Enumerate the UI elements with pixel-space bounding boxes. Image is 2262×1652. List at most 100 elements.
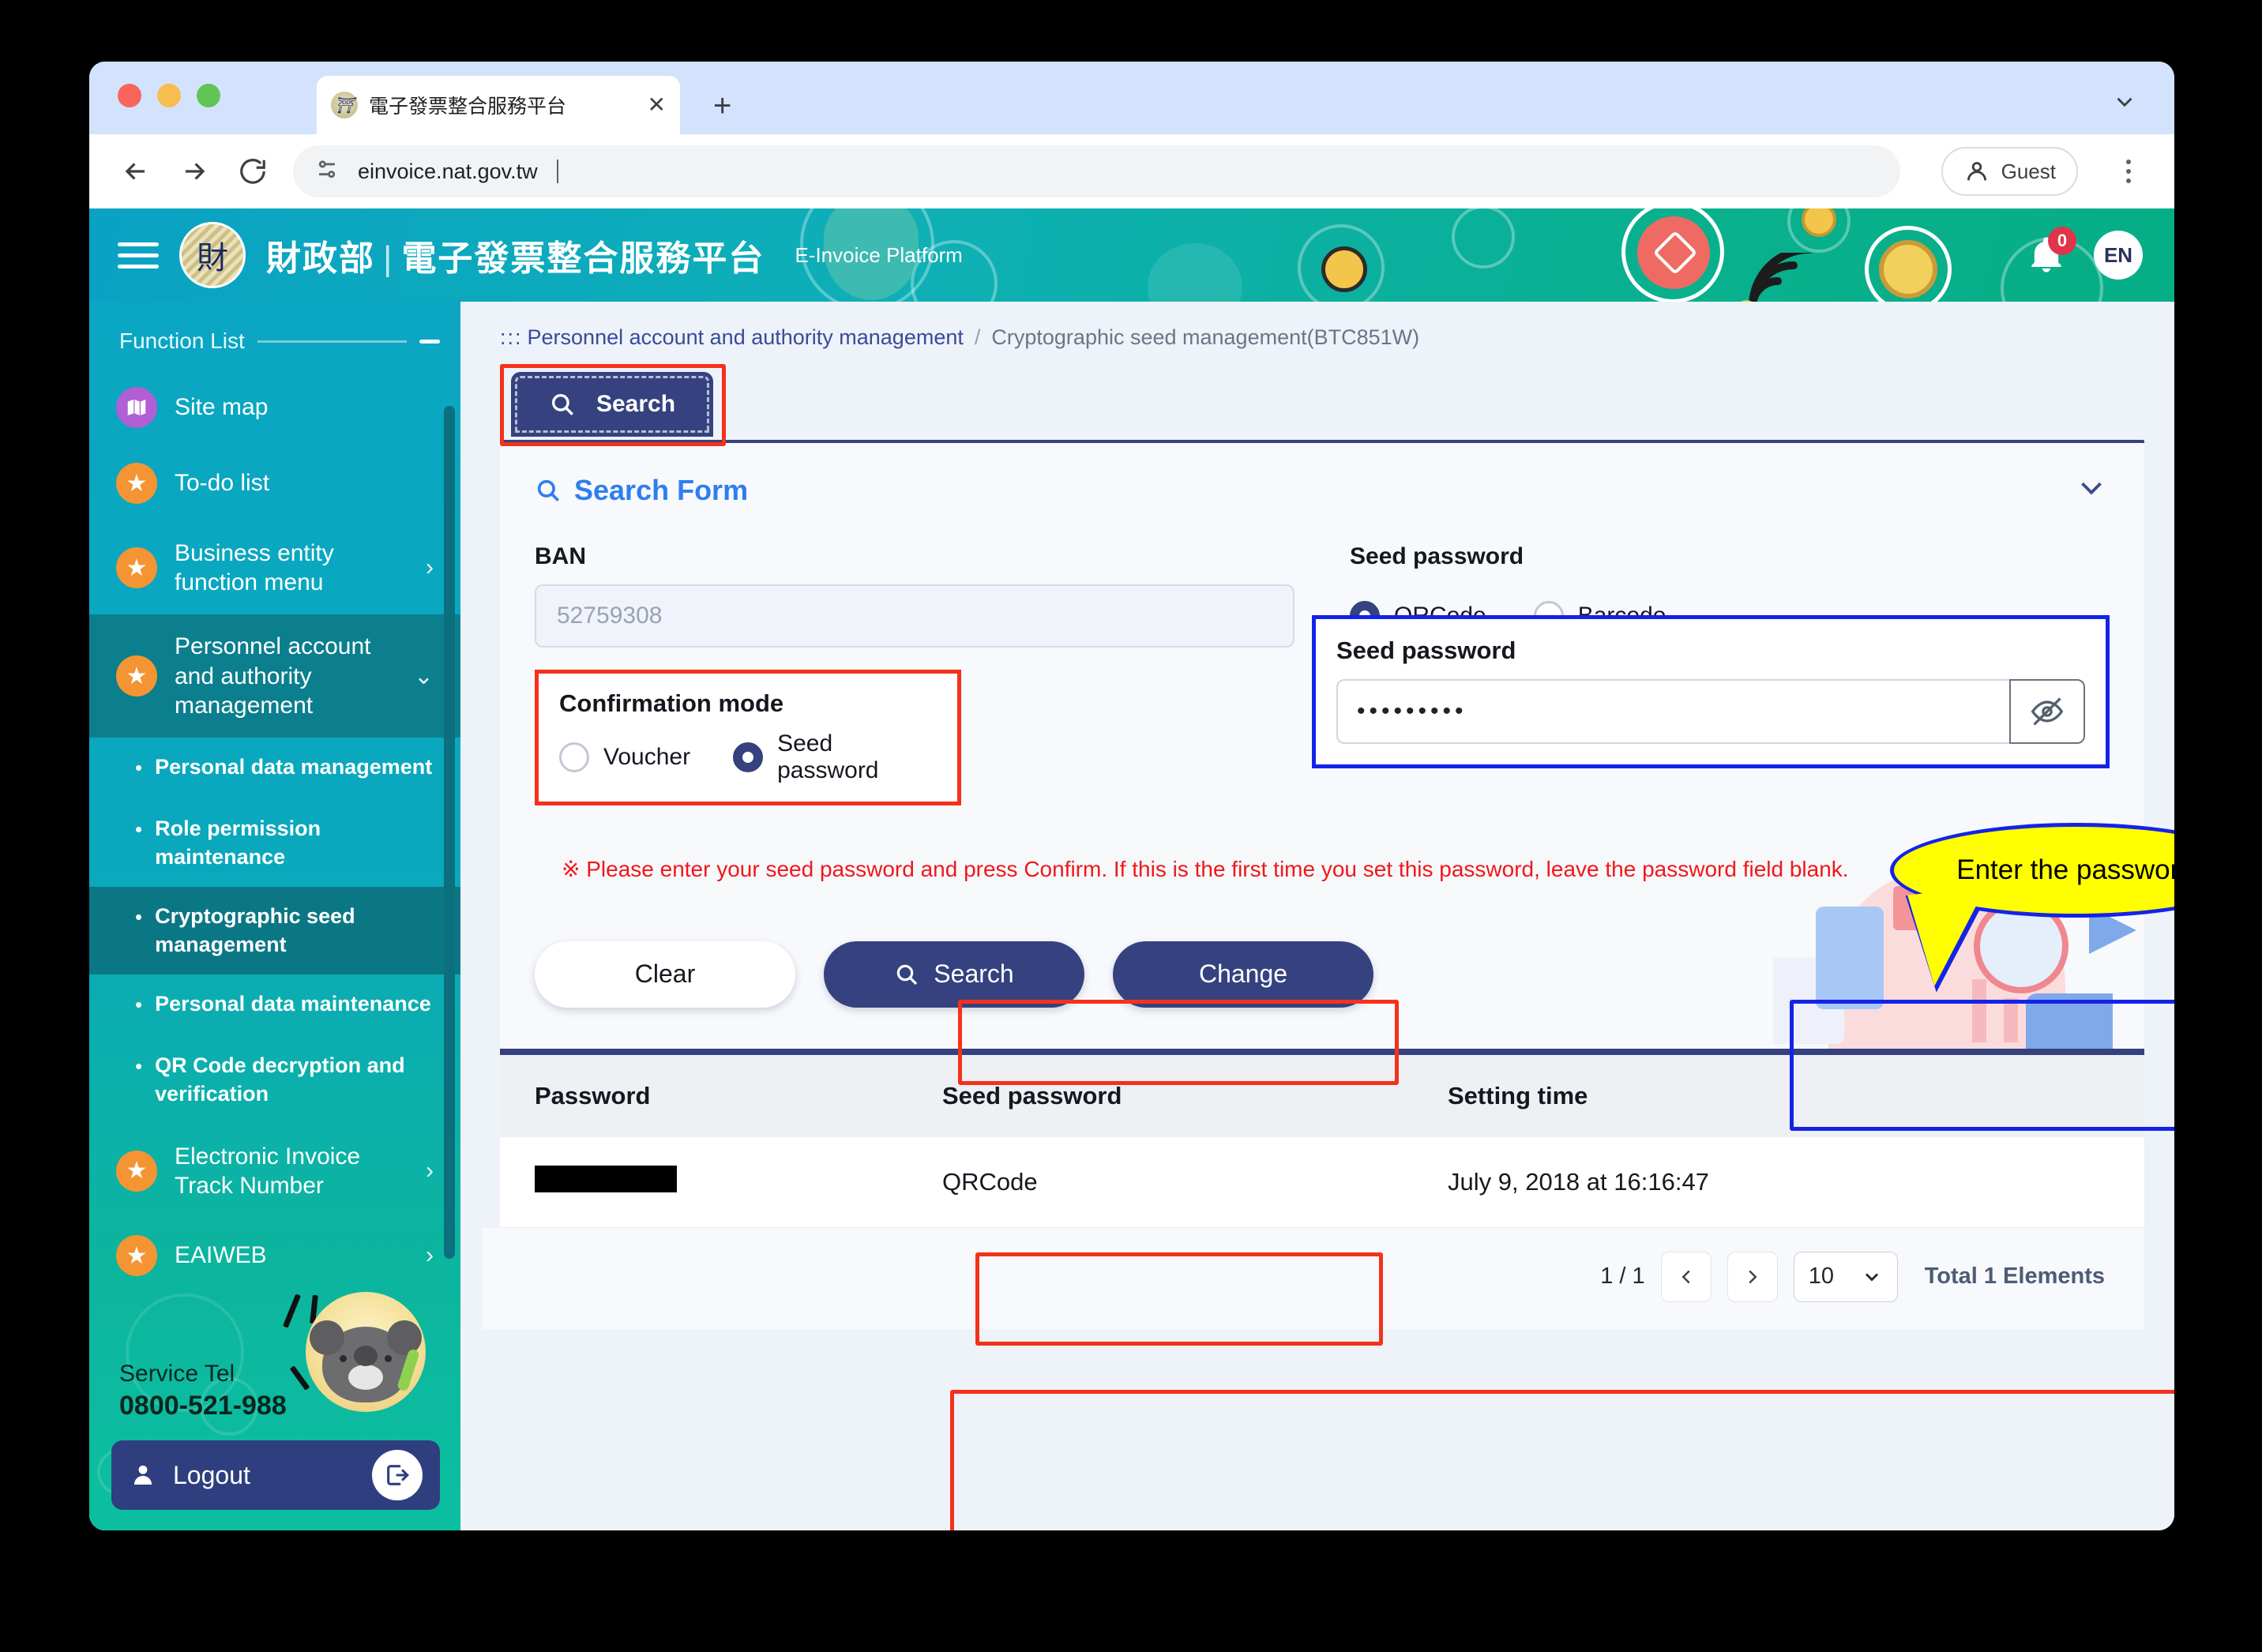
logout-icon[interactable] <box>372 1450 423 1500</box>
logout-label: Logout <box>173 1460 250 1489</box>
sidebar-item-site-map[interactable]: Site map <box>89 370 460 445</box>
browser-menu-icon[interactable] <box>2111 160 2146 183</box>
sidebar-item-label: Personnel account and authority manageme… <box>175 633 371 719</box>
koala-agent-avatar[interactable] <box>306 1292 426 1412</box>
sidebar-item-business-entity-function-menu[interactable]: ★ Business entity function menu › <box>89 521 460 614</box>
chevron-down-icon[interactable] <box>2111 88 2138 119</box>
ban-input[interactable]: 52759308 <box>535 584 1294 648</box>
chevron-right-icon: › <box>426 554 434 581</box>
chevron-right-icon[interactable] <box>1727 1251 1778 1302</box>
mof-emblem-icon: 財 <box>179 222 246 288</box>
bullet-icon: • <box>135 755 143 779</box>
sidebar-item-eaiweb[interactable]: ★ EAIWEB › <box>89 1218 460 1293</box>
sidebar-item-personal-data-management[interactable]: • Personal data management <box>89 738 460 799</box>
radio-seed-password[interactable]: Seed password <box>733 730 937 784</box>
sidebar-item-qr-code-decryption-and-verification[interactable]: • QR Code decryption and verification <box>89 1036 460 1124</box>
sidebar-subitem-label: Personal data maintenance <box>155 992 431 1016</box>
magnifier-icon <box>897 964 918 985</box>
page-size-select[interactable]: 10 <box>1793 1251 1898 1302</box>
total-elements-label: Total 1 Elements <box>1924 1263 2105 1290</box>
address-bar[interactable]: einvoice.nat.gov.tw <box>293 145 1900 197</box>
chevron-down-icon <box>1865 1273 1878 1282</box>
search-button-label: Search <box>934 959 1014 989</box>
sidebar-item-label: Business entity function menu <box>175 540 334 596</box>
seed-password-input-label: Seed password <box>1336 636 1516 664</box>
app-header: 財 財政部 | 電子發票整合服務平台 E-Invoice Platform 0 EN <box>89 208 2174 302</box>
function-list-header: Function List <box>89 302 460 370</box>
seed-password-group-label: Seed password <box>1350 543 1524 569</box>
radio-voucher[interactable]: Voucher <box>559 742 690 772</box>
breadcrumb-separator: / <box>974 325 981 349</box>
column-header-setting-time: Setting time <box>1448 1081 1588 1109</box>
minimize-window-button[interactable] <box>157 84 181 107</box>
clear-button[interactable]: Clear <box>535 941 795 1008</box>
notification-bell-icon[interactable]: 0 <box>2026 227 2076 276</box>
menu-toggle-button[interactable] <box>118 242 159 268</box>
sidebar-nav: Site map ★ To-do list ★ Business entity … <box>89 370 460 1293</box>
page-size-value: 10 <box>1808 1263 1834 1290</box>
browser-tab[interactable]: ⛩ 電子發票整合服務平台 ✕ <box>317 76 680 134</box>
callout-enter-the-password: Enter the password <box>1890 823 2174 995</box>
change-button[interactable]: Change <box>1113 941 1373 1008</box>
search-button[interactable]: Search <box>824 941 1084 1008</box>
sidebar-item-role-permission-maintenance[interactable]: • Role permission maintenance <box>89 799 460 887</box>
radio-label: Voucher <box>603 744 691 770</box>
notification-count-badge: 0 <box>2048 227 2076 255</box>
close-window-button[interactable] <box>118 84 141 107</box>
radio-indicator[interactable] <box>733 742 764 772</box>
star-icon: ★ <box>116 1235 157 1277</box>
tab-search[interactable]: Search <box>511 372 713 437</box>
forward-icon[interactable] <box>176 153 212 190</box>
logout-button[interactable]: Logout <box>111 1440 440 1510</box>
notice-text: ※ Please enter your seed password and pr… <box>562 857 1849 881</box>
sidebar-item-to-do-list[interactable]: ★ To-do list <box>89 445 460 521</box>
search-form-header[interactable]: Search Form <box>500 443 2144 524</box>
sidebar: Function List Site map ★ To-do list ★ Bu… <box>89 302 460 1530</box>
ban-field-group: BAN 52759308 <box>535 543 1294 648</box>
star-icon: ★ <box>116 655 157 697</box>
profile-label: Guest <box>2001 159 2056 183</box>
sidebar-subitem-label: Personal data management <box>155 754 433 779</box>
change-button-label: Change <box>1198 959 1288 989</box>
browser-tab-strip: ⛩ 電子發票整合服務平台 ✕ + <box>89 62 2174 134</box>
site-settings-icon[interactable] <box>314 156 340 187</box>
sidebar-item-label: Site map <box>175 394 269 421</box>
close-tab-button[interactable]: ✕ <box>648 94 666 116</box>
profile-guest-button[interactable]: Guest <box>1941 147 2078 196</box>
collapse-icon[interactable] <box>419 339 440 344</box>
maximize-window-button[interactable] <box>197 84 220 107</box>
sidebar-item-cryptographic-seed-management[interactable]: • Cryptographic seed management <box>89 887 460 975</box>
window-controls[interactable] <box>118 84 220 107</box>
reload-icon[interactable] <box>235 153 271 190</box>
highlight-box-results-table <box>950 1390 2174 1530</box>
star-icon: ★ <box>116 547 157 589</box>
app-root: 財 財政部 | 電子發票整合服務平台 E-Invoice Platform 0 EN… <box>89 208 2174 1530</box>
table-row[interactable]: QRCode July 9, 2018 at 16:16:47 <box>500 1136 2144 1228</box>
sidebar-item-electronic-invoice-track-number[interactable]: ★ Electronic Invoice Track Number › <box>89 1124 460 1218</box>
seed-password-input[interactable]: ••••••••• <box>1336 679 2009 744</box>
mof-emblem-icon: ⛩ <box>331 92 358 118</box>
chevron-left-icon[interactable] <box>1660 1251 1712 1302</box>
magnifier-icon <box>537 479 560 501</box>
breadcrumb-parent-link[interactable]: Personnel account and authority manageme… <box>528 325 964 349</box>
brand-platform: 電子發票整合服務平台 <box>401 239 765 278</box>
radio-indicator[interactable] <box>559 742 589 772</box>
sidebar-scrollbar[interactable] <box>444 406 455 1259</box>
redacted-value <box>535 1165 677 1192</box>
cell-seed-password: QRCode <box>942 1136 1448 1228</box>
new-tab-button[interactable]: + <box>713 90 731 122</box>
pagination: 1 / 1 10 Total 1 Elements <box>483 1227 2144 1329</box>
function-list-label: Function List <box>119 329 245 353</box>
table-header-row: Password Seed password Setting time <box>500 1054 2144 1137</box>
bullet-icon: • <box>135 817 143 841</box>
sidebar-item-personal-data-maintenance[interactable]: • Personal data maintenance <box>89 974 460 1036</box>
eye-slash-icon[interactable] <box>2009 679 2085 744</box>
page-title: Search Form <box>574 473 749 506</box>
sidebar-item-personnel-account-and-authority-management[interactable]: ★ Personnel account and authority manage… <box>89 614 460 738</box>
back-icon[interactable] <box>118 153 154 190</box>
chevron-right-icon: › <box>426 1157 434 1184</box>
magnifier-icon <box>551 393 573 415</box>
browser-toolbar: einvoice.nat.gov.tw Guest <box>89 134 2174 208</box>
language-switch-button[interactable]: EN <box>2094 231 2143 280</box>
chevron-down-icon[interactable] <box>2073 470 2110 510</box>
